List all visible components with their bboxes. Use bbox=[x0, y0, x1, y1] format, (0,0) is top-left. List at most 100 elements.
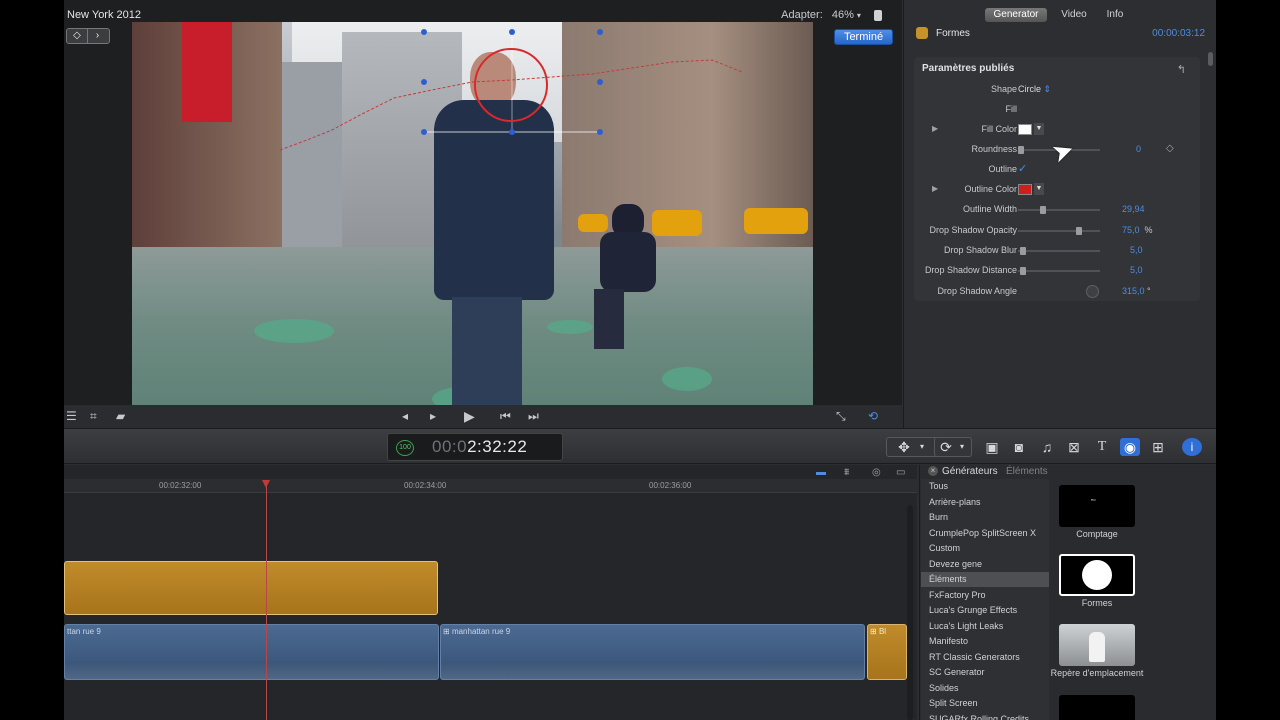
drop-shadow-opacity-value[interactable]: 75,0 % bbox=[1122, 225, 1153, 235]
slider-knob[interactable] bbox=[1020, 267, 1026, 275]
transform-tool-icon[interactable]: ◇ bbox=[67, 29, 87, 43]
transform-handle[interactable] bbox=[421, 129, 427, 135]
thumb-formes[interactable] bbox=[1059, 554, 1135, 596]
slider-knob[interactable] bbox=[1018, 146, 1024, 154]
keyframe-path-overlay[interactable] bbox=[132, 22, 813, 405]
category-item[interactable]: SC Generator bbox=[921, 665, 1049, 680]
thumb-placeholder[interactable] bbox=[1059, 624, 1135, 666]
browser-title[interactable]: Générateurs bbox=[942, 466, 998, 477]
fill-color-swatch[interactable] bbox=[1018, 124, 1032, 135]
thumb-comptage[interactable]: ”“ bbox=[1059, 485, 1135, 527]
previous-keyframe-icon[interactable]: ◂ bbox=[402, 410, 408, 422]
slider-knob[interactable] bbox=[1020, 247, 1026, 255]
display-options-icon[interactable] bbox=[874, 9, 882, 21]
transform-handle[interactable] bbox=[421, 29, 427, 35]
drop-shadow-distance-value[interactable]: 5,0 bbox=[1130, 265, 1143, 275]
category-item[interactable]: FxFactory Pro bbox=[921, 588, 1049, 603]
fullscreen-icon[interactable]: ⤡ bbox=[836, 410, 846, 422]
category-item[interactable]: Solides bbox=[921, 681, 1049, 696]
inspector-scrollbar[interactable] bbox=[1208, 52, 1213, 66]
distort-icon[interactable]: ▰ bbox=[116, 410, 125, 422]
disclosure-triangle-icon[interactable]: ▶ bbox=[932, 184, 938, 193]
category-item[interactable]: Burn bbox=[921, 510, 1049, 525]
outline-width-value[interactable]: 29,94 bbox=[1122, 204, 1145, 214]
tool-dropdown-icon[interactable]: ▾ bbox=[916, 438, 928, 456]
zoom-dropdown-icon[interactable]: ▾ bbox=[857, 11, 861, 20]
music-browser-icon[interactable]: ♫ bbox=[1037, 438, 1057, 456]
tab-info[interactable]: Info bbox=[1101, 8, 1129, 22]
category-item[interactable]: Arrière-plans bbox=[921, 495, 1049, 510]
drop-shadow-blur-value[interactable]: 5,0 bbox=[1130, 245, 1143, 255]
next-icon[interactable]: › bbox=[87, 29, 107, 43]
fill-checkbox[interactable]: · bbox=[1018, 104, 1029, 115]
select-tool-icon[interactable]: ✥ bbox=[894, 438, 914, 456]
roundness-value[interactable]: 0 bbox=[1136, 144, 1141, 154]
category-item[interactable]: Manifesto bbox=[921, 634, 1049, 649]
effects-browser-icon[interactable]: ▣ bbox=[982, 438, 1002, 456]
shape-circle-overlay[interactable] bbox=[474, 48, 548, 122]
drop-shadow-angle-value[interactable]: 315,0 ° bbox=[1122, 286, 1151, 296]
timeline-scrollbar[interactable] bbox=[907, 505, 913, 720]
category-item[interactable]: Custom bbox=[921, 541, 1049, 556]
outline-color-swatch[interactable] bbox=[1018, 184, 1032, 195]
reset-icon[interactable]: ↰ bbox=[1177, 63, 1186, 76]
category-item[interactable]: Split Screen bbox=[921, 696, 1049, 711]
retime-icon[interactable]: ⟳ bbox=[936, 438, 956, 456]
category-item[interactable]: Éléments bbox=[921, 572, 1049, 587]
color-dropdown-icon[interactable]: ▼ bbox=[1034, 183, 1044, 195]
tab-generator[interactable]: Generator bbox=[985, 8, 1047, 22]
close-icon[interactable]: × bbox=[928, 466, 938, 476]
transform-handle[interactable] bbox=[597, 29, 603, 35]
drop-shadow-opacity-slider[interactable] bbox=[1018, 227, 1100, 235]
themes-browser-icon[interactable]: ⊞ bbox=[1148, 438, 1168, 456]
zoom-icon[interactable]: ▭ bbox=[896, 467, 905, 478]
transitions-browser-icon[interactable]: ⊠ bbox=[1064, 438, 1084, 456]
browser-subtitle[interactable]: Éléments bbox=[1006, 466, 1048, 477]
color-dropdown-icon[interactable]: ▼ bbox=[1034, 123, 1044, 135]
category-item[interactable]: Luca's Light Leaks bbox=[921, 619, 1049, 634]
category-item[interactable]: CrumplePop SplitScreen X bbox=[921, 526, 1049, 541]
photo-browser-icon[interactable]: ◙ bbox=[1009, 438, 1029, 456]
category-item[interactable]: Deveze gene bbox=[921, 557, 1049, 572]
video-frame[interactable] bbox=[132, 22, 813, 405]
step-back-icon[interactable]: ▸ bbox=[430, 410, 436, 422]
outline-width-slider[interactable] bbox=[1018, 206, 1100, 214]
disclosure-triangle-icon[interactable]: ▶ bbox=[932, 124, 938, 133]
slider-knob[interactable] bbox=[1040, 206, 1046, 214]
video-clip[interactable]: ttan rue 9 bbox=[64, 624, 439, 680]
generator-clip-formes[interactable] bbox=[64, 561, 438, 615]
crop-icon[interactable]: ⌗ bbox=[90, 410, 97, 422]
transform-handle[interactable] bbox=[597, 129, 603, 135]
transform-handle[interactable] bbox=[597, 79, 603, 85]
generator-clip[interactable]: ⊞ Bl bbox=[867, 624, 907, 680]
snapping-icon[interactable]: ◎ bbox=[872, 467, 881, 478]
done-button[interactable]: Terminé bbox=[834, 29, 893, 45]
category-item[interactable]: Tous bbox=[921, 479, 1049, 494]
transform-handle[interactable] bbox=[421, 79, 427, 85]
shape-select[interactable]: Circle ⇕ bbox=[1018, 84, 1051, 95]
transform-handle[interactable] bbox=[509, 129, 515, 135]
playhead[interactable] bbox=[266, 480, 267, 720]
audio-skimming-icon[interactable]: ⩩ bbox=[844, 467, 849, 478]
drop-shadow-distance-slider[interactable] bbox=[1018, 267, 1100, 275]
inspector-icon[interactable]: i bbox=[1182, 438, 1202, 456]
angle-dial[interactable] bbox=[1086, 285, 1099, 298]
video-clip[interactable]: ⊞ manhattan rue 9 bbox=[440, 624, 865, 680]
generators-browser-icon[interactable]: ◉ bbox=[1120, 438, 1140, 456]
clip-appearance-icon[interactable]: ▬ bbox=[816, 467, 826, 478]
go-to-start-icon[interactable]: ⏮ bbox=[500, 410, 511, 422]
list-icon[interactable]: ☰ bbox=[66, 410, 77, 422]
zoom-value[interactable]: 46% bbox=[832, 9, 854, 21]
category-item[interactable]: Luca's Grunge Effects bbox=[921, 603, 1049, 618]
zoom-control[interactable]: Adapter: 46% ▾ bbox=[781, 9, 882, 21]
play-icon[interactable]: ▶ bbox=[464, 409, 475, 423]
dashboard-timecode[interactable]: 100 00:02:32:22 bbox=[387, 433, 563, 461]
thumb-partial[interactable] bbox=[1059, 695, 1135, 720]
keyframe-icon[interactable]: ◇ bbox=[1166, 143, 1174, 154]
category-item[interactable]: SUGARfx Rolling Credits bbox=[921, 712, 1049, 720]
category-item[interactable]: RT Classic Generators bbox=[921, 650, 1049, 665]
drop-shadow-blur-slider[interactable] bbox=[1018, 247, 1100, 255]
outline-checkbox[interactable]: ✓ bbox=[1018, 164, 1029, 175]
slider-knob[interactable] bbox=[1076, 227, 1082, 235]
transform-handle[interactable] bbox=[509, 29, 515, 35]
